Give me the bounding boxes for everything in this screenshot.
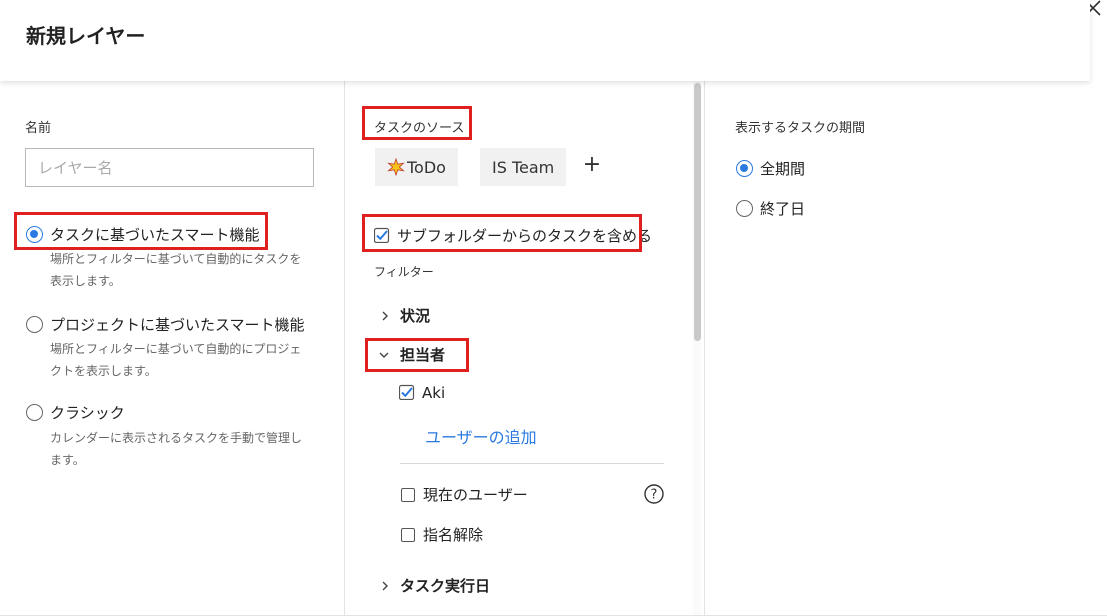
checkbox-unchecked[interactable] (401, 527, 415, 542)
middle-scrollbar[interactable] (693, 81, 701, 616)
task-source-label: タスクのソース (374, 121, 465, 136)
radio-task-smart-label: タスクに基づいたスマート機能 (50, 226, 260, 244)
sparkle-star-icon (387, 158, 405, 176)
filter-group-status-label: 状況 (400, 307, 431, 325)
check-icon (399, 384, 415, 400)
source-chip-is-team[interactable]: IS Team (480, 148, 567, 186)
radio-task-smart[interactable]: タスクに基づいたスマート機能 (26, 224, 260, 245)
include-subfolders-checkbox[interactable]: サブフォルダーからのタスクを含める (374, 225, 653, 246)
radio-classic-description: カレンダーに表示されるタスクを手動で管理し ます。 (50, 431, 303, 467)
unassigned-checkbox[interactable]: 指名解除 (401, 524, 483, 545)
dialog-header: 新規レイヤー (0, 0, 1090, 81)
dialog-title: 新規レイヤー (26, 24, 146, 48)
period-label: 表示するタスクの期間 (735, 121, 866, 136)
include-subfolders-label: サブフォルダーからのタスクを含める (397, 227, 653, 245)
radio-project-smart-description: 場所とフィルターに基づいて自動的にプロジェ クトを表示します。 (50, 342, 302, 378)
unassigned-label: 指名解除 (423, 526, 484, 544)
layer-name-input[interactable] (25, 148, 314, 187)
filter-group-status[interactable]: 状況 (380, 305, 430, 326)
source-chip-todo[interactable]: ToDo (375, 148, 458, 186)
divider (400, 463, 664, 464)
svg-text:?: ? (651, 488, 658, 503)
radio-button[interactable] (26, 316, 43, 333)
help-button[interactable]: ? (644, 484, 664, 504)
source-chip-todo-label: ToDo (407, 157, 446, 177)
chevron-right-icon (382, 581, 388, 590)
radio-project-smart-label: プロジェクトに基づいたスマート機能 (50, 316, 305, 334)
column-divider-left (344, 81, 345, 616)
scrollbar-thumb[interactable] (694, 83, 701, 341)
column-divider-right (704, 81, 705, 616)
radio-end-date-label: 終了日 (760, 200, 806, 218)
current-user-checkbox[interactable]: 現在のユーザー (401, 484, 528, 505)
source-chip-is-team-label: IS Team (492, 157, 555, 177)
radio-classic-label: クラシック (50, 404, 125, 422)
filter-group-due-label: タスク実行日 (400, 577, 491, 595)
checkbox-unchecked[interactable] (401, 487, 415, 502)
radio-all-period-label: 全期間 (760, 160, 806, 178)
radio-button[interactable] (736, 160, 753, 177)
filter-label: フィルター (374, 265, 434, 279)
radio-all-period[interactable]: 全期間 (736, 158, 805, 179)
radio-classic[interactable]: クラシック (26, 402, 125, 423)
checkbox-checked[interactable] (399, 384, 415, 400)
current-user-label: 現在のユーザー (423, 486, 528, 504)
chevron-down-icon (379, 352, 389, 358)
assignee-aki-label: Aki (422, 384, 446, 402)
radio-button[interactable] (26, 226, 43, 243)
filter-group-assignee-label: 担当者 (400, 346, 446, 364)
name-label: 名前 (25, 121, 52, 136)
assignee-aki-checkbox[interactable]: Aki (399, 384, 446, 402)
check-icon (374, 227, 390, 243)
radio-button[interactable] (26, 404, 43, 421)
chevron-right-icon (382, 311, 388, 320)
filter-group-due[interactable]: タスク実行日 (380, 575, 490, 596)
radio-button[interactable] (736, 200, 753, 217)
filter-group-assignee[interactable]: 担当者 (378, 344, 445, 365)
checkbox-checked[interactable] (374, 227, 390, 243)
radio-end-date[interactable]: 終了日 (736, 198, 805, 219)
radio-task-smart-description: 場所とフィルターに基づいて自動的にタスクを 表示します。 (50, 252, 302, 288)
help-circle-icon: ? (644, 484, 664, 504)
add-user-link[interactable]: ユーザーの追加 (425, 424, 537, 448)
radio-project-smart[interactable]: プロジェクトに基づいたスマート機能 (26, 314, 305, 335)
add-source-button[interactable]: + (582, 154, 602, 176)
